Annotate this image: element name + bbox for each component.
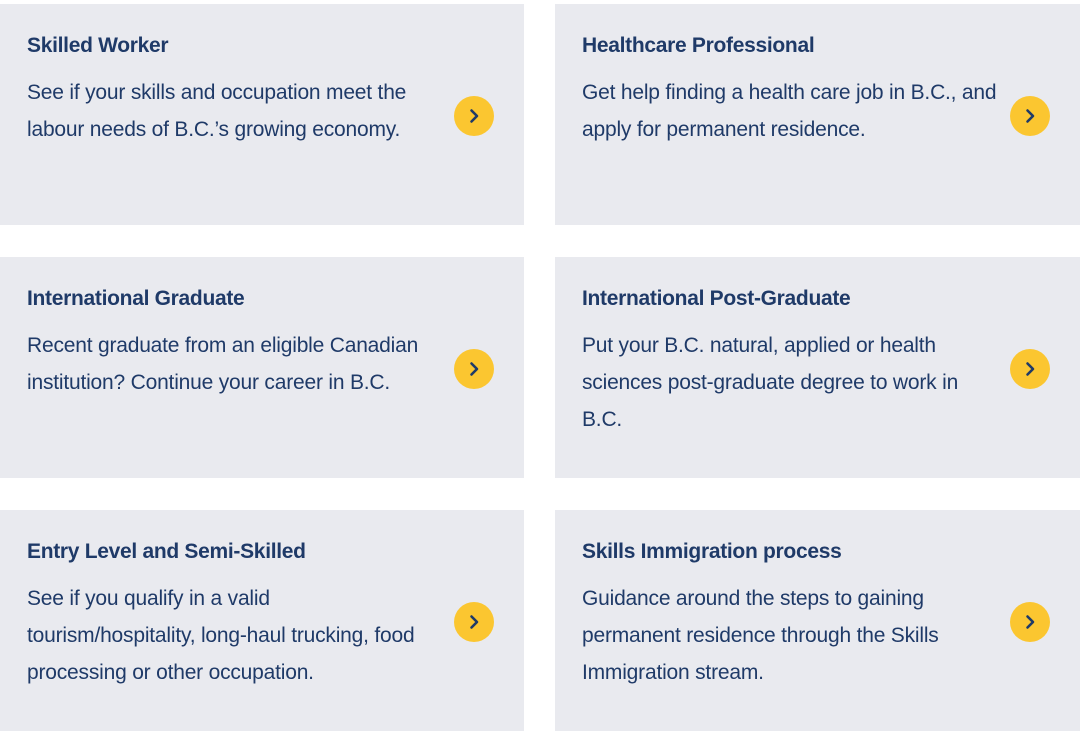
card-title: Skills Immigration process (582, 540, 842, 563)
card-description: Get help finding a health care job in B.… (582, 81, 997, 141)
card-title: Skilled Worker (27, 34, 169, 57)
card-title: Healthcare Professional (582, 34, 815, 57)
card-skills-immigration-process[interactable]: Skills Immigration process Guidance arou… (555, 510, 1080, 731)
card-title: International Post-Graduate (582, 287, 851, 310)
chevron-right-icon[interactable] (1010, 349, 1050, 389)
chevron-right-icon[interactable] (454, 96, 494, 136)
chevron-right-icon[interactable] (1010, 602, 1050, 642)
card-international-graduate[interactable]: International Graduate Recent graduate f… (0, 257, 524, 478)
chevron-right-icon[interactable] (454, 602, 494, 642)
card-description: See if you qualify in a valid tourism/ho… (27, 587, 415, 684)
card-healthcare-professional[interactable]: Healthcare Professional Get help finding… (555, 4, 1080, 225)
card-title: International Graduate (27, 287, 245, 310)
chevron-right-icon[interactable] (454, 349, 494, 389)
chevron-right-icon[interactable] (1010, 96, 1050, 136)
stream-card-grid: Skilled Worker See if your skills and oc… (0, 0, 1080, 731)
card-entry-level-semi-skilled[interactable]: Entry Level and Semi-Skilled See if you … (0, 510, 524, 731)
card-description: Recent graduate from an eligible Canadia… (27, 334, 419, 394)
card-description: See if your skills and occupation meet t… (27, 81, 407, 141)
card-description: Put your B.C. natural, applied or health… (582, 334, 959, 431)
card-description: Guidance around the steps to gaining per… (582, 587, 939, 684)
card-title: Entry Level and Semi-Skilled (27, 540, 306, 563)
card-skilled-worker[interactable]: Skilled Worker See if your skills and oc… (0, 4, 524, 225)
card-international-post-graduate[interactable]: International Post-Graduate Put your B.C… (555, 257, 1080, 478)
